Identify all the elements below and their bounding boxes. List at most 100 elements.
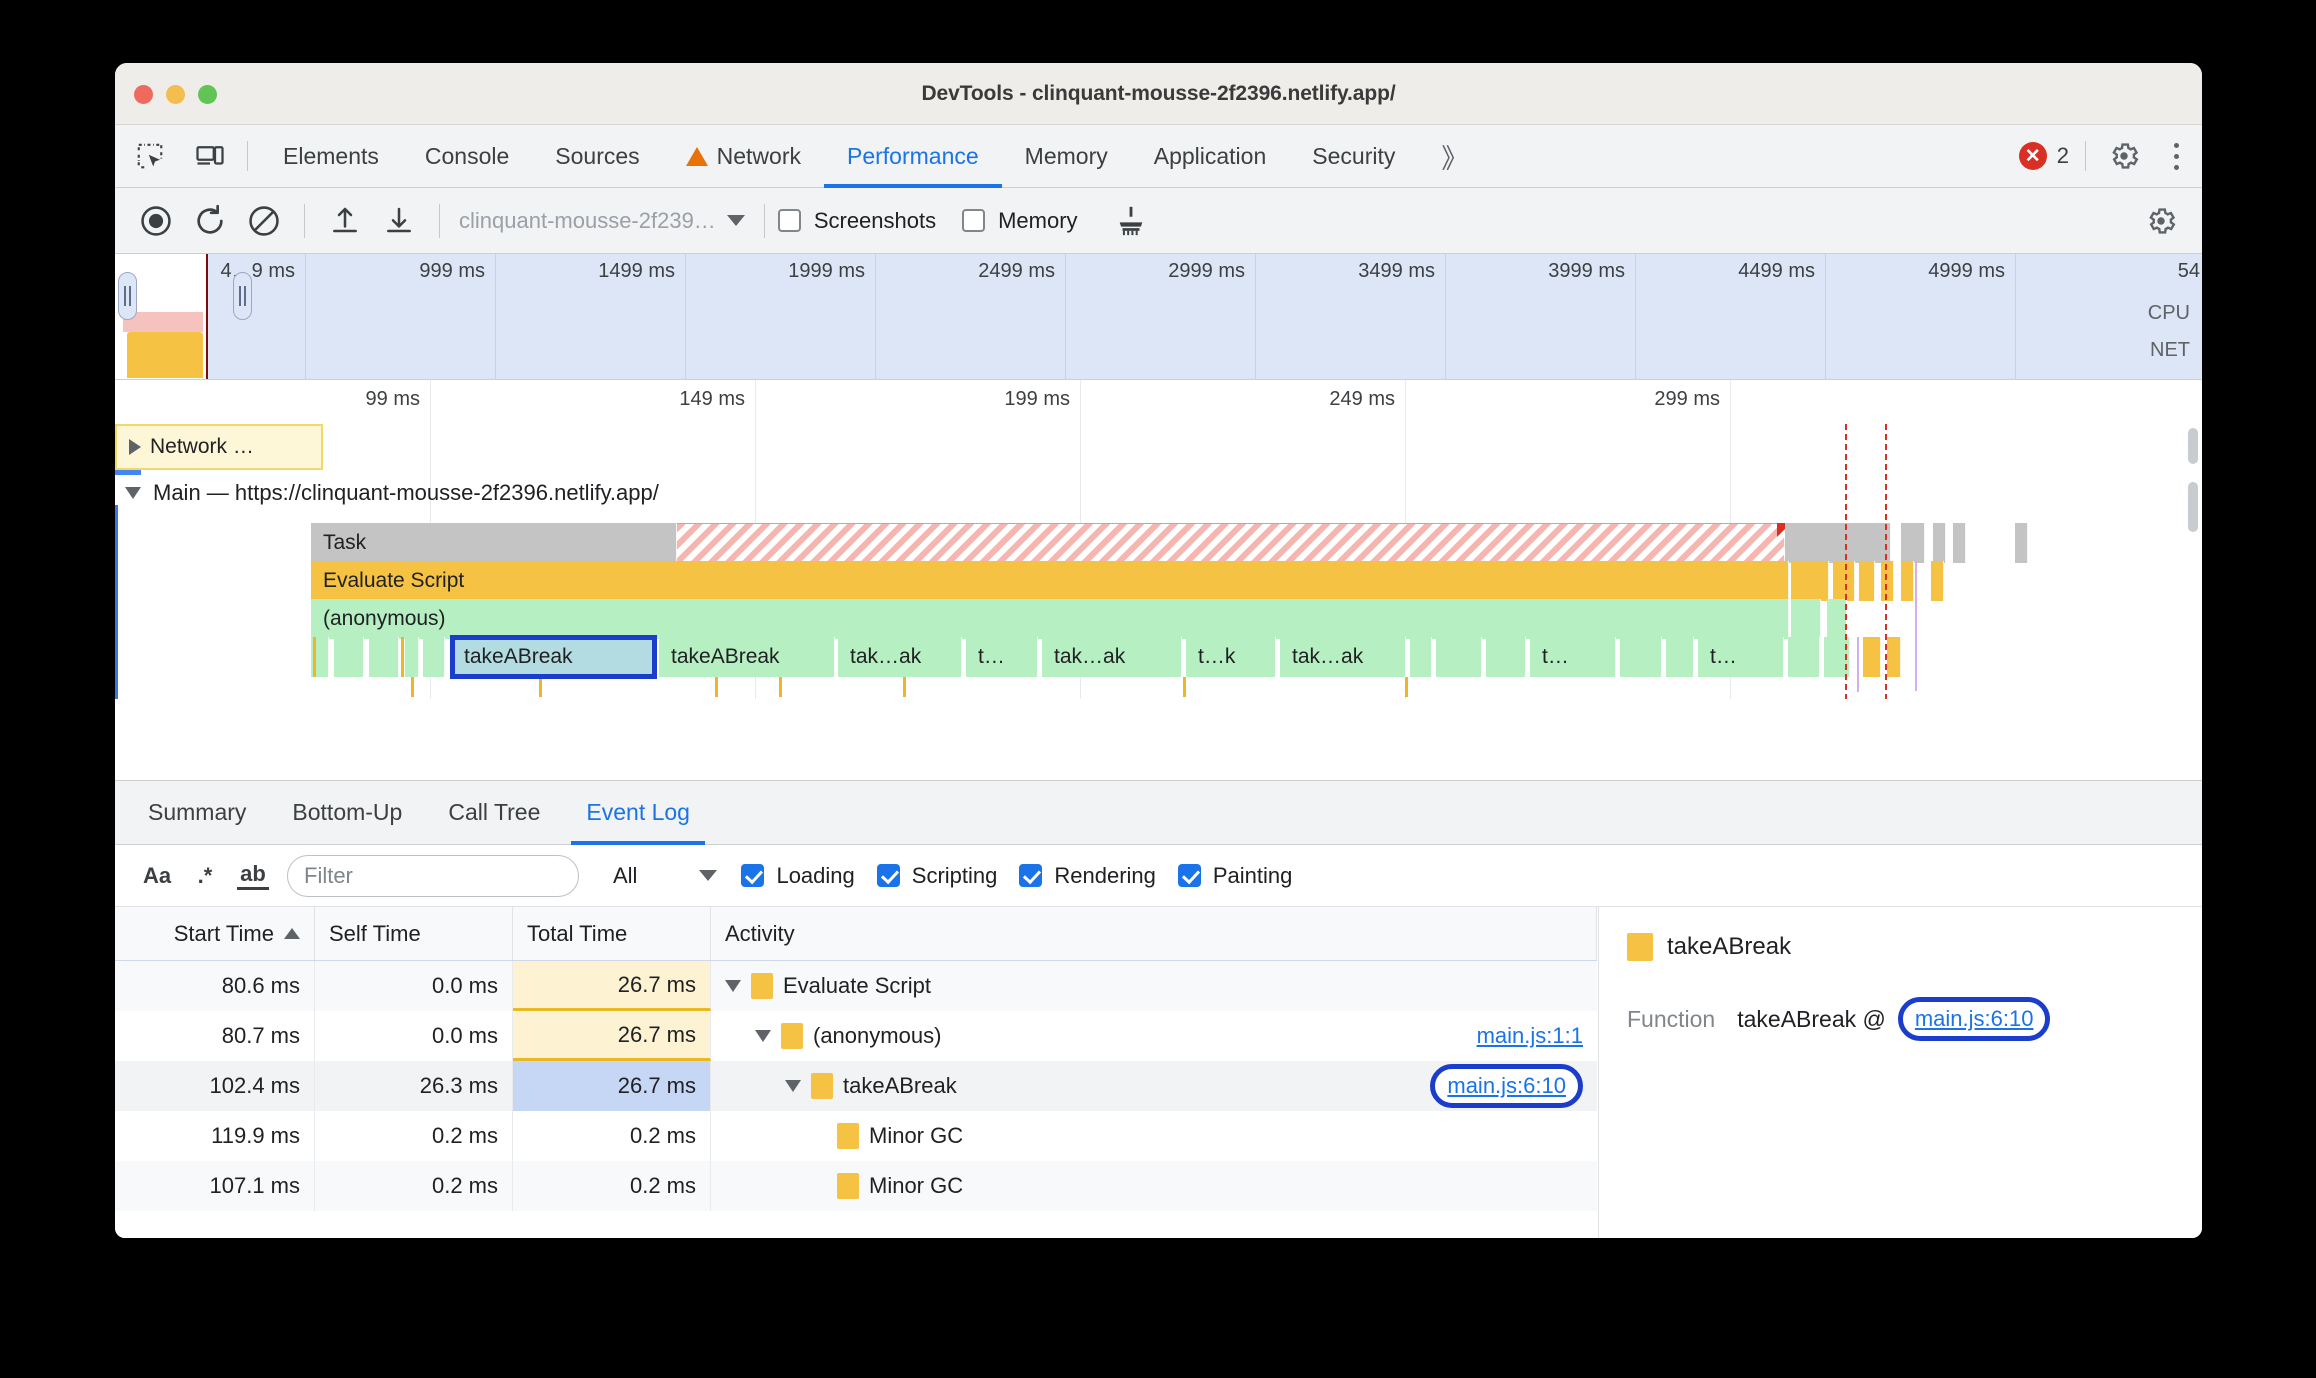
duration-filter-select[interactable]: All bbox=[613, 863, 718, 889]
capture-settings-gear-icon[interactable] bbox=[2134, 197, 2188, 245]
table-row[interactable]: 107.1 ms 0.2 ms 0.2 ms Minor GC bbox=[115, 1161, 1597, 1211]
settings-gear-icon[interactable] bbox=[2098, 132, 2150, 180]
main-track-header[interactable]: Main — https://clinquant-mousse-2f2396.n… bbox=[125, 480, 659, 506]
tab-security[interactable]: Security bbox=[1289, 125, 1418, 188]
drawer-tab-summary[interactable]: Summary bbox=[125, 781, 269, 845]
table-row-selected[interactable]: 102.4 ms 26.3 ms 26.7 ms takeABreak main… bbox=[115, 1061, 1597, 1111]
drawer-tab-bottom-up[interactable]: Bottom-Up bbox=[269, 781, 425, 845]
inspect-element-icon[interactable] bbox=[125, 135, 175, 177]
filter-checkbox-rendering[interactable]: Rendering bbox=[1019, 863, 1156, 889]
flame-bar-leaf[interactable] bbox=[1486, 637, 1526, 677]
flame-bar-task-4[interactable] bbox=[1933, 523, 1946, 563]
table-row[interactable]: 80.7 ms 0.0 ms 26.7 ms (anonymous) main.… bbox=[115, 1011, 1597, 1061]
flame-bar-task-5[interactable] bbox=[1953, 523, 1966, 563]
load-profile-button[interactable] bbox=[318, 197, 372, 245]
collect-garbage-icon[interactable] bbox=[1104, 197, 1158, 245]
close-window-button[interactable] bbox=[134, 85, 153, 104]
flame-bar-leaf[interactable] bbox=[1666, 637, 1694, 677]
flame-bar-takeabreak[interactable]: t…k bbox=[1186, 637, 1276, 677]
record-button[interactable] bbox=[129, 197, 183, 245]
flame-bar-leaf[interactable] bbox=[1410, 637, 1432, 677]
flame-bar-takeabreak[interactable]: tak…ak bbox=[1042, 637, 1182, 677]
maximize-window-button[interactable] bbox=[198, 85, 217, 104]
flame-bar-eval-3[interactable] bbox=[1833, 561, 1855, 601]
flame-bar-takeabreak[interactable]: takeABreak bbox=[659, 637, 835, 677]
error-count-badge[interactable]: ✕ 2 bbox=[2018, 142, 2069, 170]
flame-bar-leaf[interactable] bbox=[1620, 637, 1662, 677]
page-target-select[interactable]: clinquant-mousse-2f239… bbox=[453, 208, 751, 234]
minimize-window-button[interactable] bbox=[166, 85, 185, 104]
flame-bar-leaf[interactable] bbox=[334, 637, 364, 677]
flame-bar-selected-takeabreak[interactable]: takeABreak bbox=[450, 635, 657, 679]
memory-checkbox[interactable]: Memory bbox=[962, 208, 1078, 234]
flame-bar-eval-5[interactable] bbox=[1881, 561, 1894, 601]
source-link-highlighted[interactable]: main.js:6:10 bbox=[1430, 1064, 1583, 1108]
flame-bar-anon-3[interactable] bbox=[1827, 599, 1847, 639]
flame-bar-leaf-yellow[interactable] bbox=[1863, 637, 1881, 677]
flame-bar-eval-4[interactable] bbox=[1859, 561, 1875, 601]
flame-bar-eval-7[interactable] bbox=[1931, 561, 1944, 601]
flame-bar-takeabreak[interactable]: t… bbox=[1698, 637, 1784, 677]
flame-bar-anonymous[interactable]: (anonymous) bbox=[311, 599, 1789, 639]
flame-scrollbar-main[interactable] bbox=[2188, 482, 2198, 532]
filter-checkbox-loading[interactable]: Loading bbox=[741, 863, 855, 889]
flame-bar-anon-2[interactable] bbox=[1791, 599, 1821, 639]
table-row[interactable]: 80.6 ms 0.0 ms 26.7 ms Evaluate Script bbox=[115, 961, 1597, 1011]
column-header-self-time[interactable]: Self Time bbox=[315, 907, 513, 960]
clear-recording-button[interactable] bbox=[237, 197, 291, 245]
flame-bar-task-6[interactable] bbox=[2015, 523, 2028, 563]
drawer-tab-call-tree[interactable]: Call Tree bbox=[425, 781, 563, 845]
flame-bar-takeabreak[interactable]: tak…ak bbox=[1280, 637, 1406, 677]
column-header-total-time[interactable]: Total Time bbox=[513, 907, 711, 960]
filter-checkbox-painting[interactable]: Painting bbox=[1177, 863, 1292, 889]
tab-application[interactable]: Application bbox=[1131, 125, 1290, 188]
flame-bar-task-2[interactable] bbox=[1785, 523, 1891, 563]
tab-sources[interactable]: Sources bbox=[532, 125, 662, 188]
flame-scrollbar-top[interactable] bbox=[2188, 428, 2198, 464]
flame-bar-task-3[interactable] bbox=[1901, 523, 1925, 563]
flame-bar-takeabreak[interactable]: t… bbox=[1530, 637, 1616, 677]
flame-bar-leaf[interactable] bbox=[369, 637, 399, 677]
more-tabs-button[interactable]: 》 bbox=[1418, 125, 1491, 188]
whole-word-button[interactable]: ab bbox=[229, 854, 277, 898]
screenshots-checkbox[interactable]: Screenshots bbox=[777, 208, 936, 234]
flame-bar-leaf[interactable] bbox=[405, 637, 419, 677]
source-link[interactable]: main.js:1:1 bbox=[1477, 1023, 1583, 1049]
flame-bar-long-task[interactable] bbox=[677, 523, 1785, 563]
overview-left-handle[interactable] bbox=[118, 272, 137, 320]
flame-bar-eval-2[interactable] bbox=[1791, 561, 1829, 601]
more-options-kebab-icon[interactable] bbox=[2150, 132, 2202, 180]
device-toolbar-icon[interactable] bbox=[185, 135, 235, 177]
flame-bar-evaluate-script[interactable]: Evaluate Script bbox=[311, 561, 1789, 601]
match-case-button[interactable]: Aa bbox=[133, 854, 181, 898]
flame-bar-eval-6[interactable] bbox=[1901, 561, 1914, 601]
drawer-tab-event-log[interactable]: Event Log bbox=[563, 781, 713, 845]
collapse-arrow-icon[interactable] bbox=[785, 1080, 801, 1092]
flame-bar-leaf[interactable] bbox=[1788, 637, 1820, 677]
event-log-table[interactable]: Start Time Self Time Total Time Activity… bbox=[115, 907, 1597, 1238]
flame-bar-leaf[interactable] bbox=[1436, 637, 1482, 677]
column-header-activity[interactable]: Activity bbox=[711, 907, 1597, 960]
collapse-arrow-icon[interactable] bbox=[755, 1030, 771, 1042]
flame-bar-leaf-yellow[interactable] bbox=[1887, 637, 1901, 677]
collapse-arrow-icon[interactable] bbox=[725, 980, 741, 992]
flame-bar-takeabreak[interactable]: tak…ak bbox=[838, 637, 962, 677]
details-source-link-highlighted[interactable]: main.js:6:10 bbox=[1897, 997, 2051, 1041]
save-profile-button[interactable] bbox=[372, 197, 426, 245]
tab-performance[interactable]: Performance bbox=[824, 125, 1002, 188]
flame-bar-takeabreak[interactable]: t… bbox=[966, 637, 1038, 677]
reload-and-record-button[interactable] bbox=[183, 197, 237, 245]
column-header-start-time[interactable]: Start Time bbox=[115, 907, 315, 960]
filter-checkbox-scripting[interactable]: Scripting bbox=[876, 863, 997, 889]
flame-chart[interactable]: 99 ms 149 ms 199 ms 249 ms 299 ms Networ… bbox=[115, 379, 2202, 699]
tab-elements[interactable]: Elements bbox=[260, 125, 402, 188]
filter-input[interactable]: Filter bbox=[287, 854, 579, 897]
flame-bar-leaf[interactable] bbox=[423, 637, 445, 677]
table-row[interactable]: 119.9 ms 0.2 ms 0.2 ms Minor GC bbox=[115, 1111, 1597, 1161]
flame-bar-task[interactable]: Task bbox=[311, 523, 677, 563]
timeline-overview[interactable]: 4…9 ms 999 ms 1499 ms 1999 ms 2499 ms 29… bbox=[115, 254, 2202, 379]
window-controls[interactable] bbox=[134, 85, 217, 104]
tab-network[interactable]: Network bbox=[663, 125, 824, 188]
network-track-header[interactable]: Network … bbox=[115, 424, 323, 470]
tab-console[interactable]: Console bbox=[402, 125, 532, 188]
